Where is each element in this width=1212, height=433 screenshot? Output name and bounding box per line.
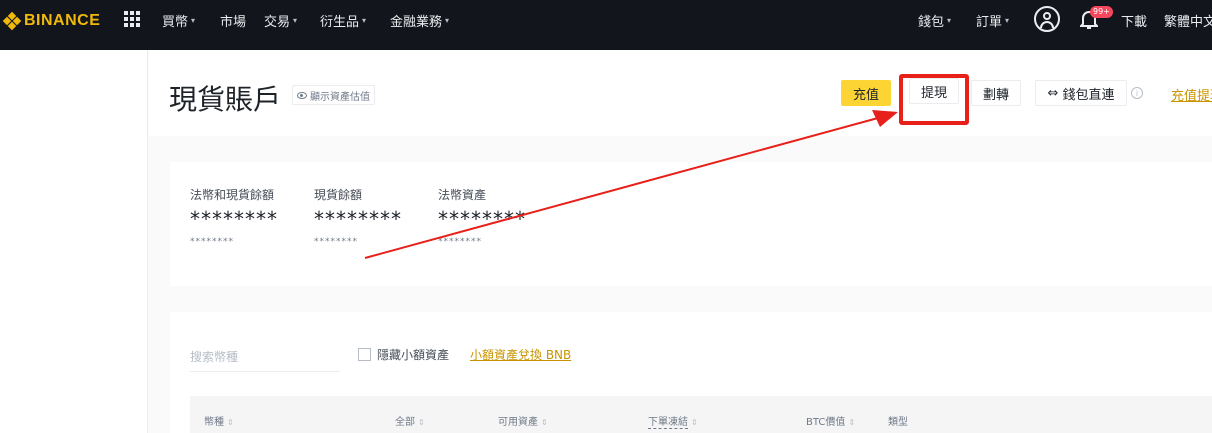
balance-fiat-and-spot: 法幣和現貨餘額 ******** ******** [190,186,278,247]
nav-trade[interactable]: 交易 ▾ [264,11,297,30]
sort-icon: ⇕ [848,418,856,427]
column-header-coin[interactable]: 幣種 ⇕ [204,413,234,428]
notification-badge: 99+ [1090,6,1113,18]
balance-label: 現貨餘額 [314,188,363,202]
hide-small-assets-label: 隱藏小額資產 [377,348,450,362]
nav-language-label: 繁體中文 [1164,15,1212,30]
balance-sub-value: ******** [438,237,482,247]
wallet-connect-button[interactable]: ⇔ 錢包直連 [1035,80,1127,106]
nav-wallet[interactable]: 錢包 ▾ [918,11,951,30]
annotation-highlight-box [899,74,969,125]
nav-finance-label: 金融業務 [390,15,443,30]
balance-summary-card: 法幣和現貨餘額 ******** ******** 現貨餘額 ******** … [170,162,1212,286]
nav-markets[interactable]: 市場 [220,11,246,30]
balance-fiat: 法幣資產 ******** ******** [438,186,526,247]
nav-markets-label: 市場 [220,15,247,30]
sort-icon: ⇕ [418,418,425,427]
user-icon[interactable] [1034,6,1060,32]
sort-icon: ⇕ [227,418,234,427]
logo-text: BINANCE [24,12,101,29]
balance-value: ******** [190,207,278,231]
show-estimate-toggle[interactable]: 顯示資產估值 [292,85,375,105]
page-title: 現貨賬戶 [169,83,282,116]
chevron-down-icon: ▾ [947,16,952,25]
eye-icon [297,91,307,99]
nav-buy-crypto[interactable]: 買幣 ▾ [162,11,195,30]
chevron-down-icon: ▾ [191,16,196,25]
chevron-down-icon: ▾ [1005,16,1010,25]
nav-language[interactable]: 繁體中文 [1164,11,1212,30]
link-icon: ⇔ [1047,85,1059,101]
sort-icon: ⇕ [541,418,548,427]
balance-sub-value: ******** [190,237,234,247]
convert-to-bnb-link[interactable]: 小額資產兌換 BNB [470,346,571,363]
wallet-connect-label: 錢包直連 [1062,87,1115,103]
assets-card: 隱藏小額資產 小額資產兌換 BNB 幣種⇕ 全部⇕ 可用資產⇕ 下單凍結⇕ BT… [170,312,1212,433]
chevron-down-icon: ▾ [362,16,367,25]
binance-logo[interactable]: BINANCE [2,10,101,32]
hide-small-assets-checkbox[interactable] [358,348,371,361]
sort-icon: ⇕ [691,418,698,427]
search-coin-input[interactable] [190,342,340,372]
nav-orders-label: 訂單 [976,15,1003,30]
top-nav: BINANCE 買幣 ▾ 市場 交易 ▾ 衍生品 ▾ 金融業務 ▾ 錢包 ▾ 訂… [0,0,1212,50]
grid-icon[interactable] [124,11,140,27]
deposit-button[interactable]: 充值 [841,80,891,106]
assets-table-header: 幣種 ⇕ 全部 ⇕ 可用資產 ⇕ 下單凍結 ⇕ BTC價值 ⇕ 類型 [190,396,1212,433]
column-header-btc-value[interactable]: BTC價值 ⇕ [806,413,855,428]
column-header-total[interactable]: 全部 ⇕ [395,413,425,428]
nav-derivatives-label: 衍生品 [320,15,360,30]
chevron-down-icon: ▾ [445,16,450,25]
balance-spot: 現貨餘額 ******** ******** [314,186,402,247]
column-header-in-order[interactable]: 下單凍結 ⇕ [648,413,698,429]
nav-buy-crypto-label: 買幣 [162,15,189,30]
nav-trade-label: 交易 [264,15,291,30]
sidebar [0,50,148,433]
column-header-available[interactable]: 可用資產 ⇕ [498,413,548,428]
info-icon[interactable]: i [1131,87,1143,99]
nav-orders[interactable]: 訂單 ▾ [976,11,1009,30]
transfer-button[interactable]: 劃轉 [971,80,1021,106]
notifications-button[interactable]: 99+ [1080,6,1113,32]
nav-download-label: 下載 [1121,15,1148,30]
deposit-history-link[interactable]: 充值提現 [1171,85,1212,104]
balance-value: ******** [438,207,526,231]
column-header-type: 類型 [888,417,908,428]
balance-value: ******** [314,207,402,231]
show-estimate-label: 顯示資產估值 [310,91,370,103]
page-header: 現貨賬戶 顯示資產估值 充值 提現 劃轉 ⇔ 錢包直連 i 充值提現 [149,50,1212,136]
nav-finance[interactable]: 金融業務 ▾ [390,11,449,30]
nav-download[interactable]: 下載 [1121,11,1147,30]
hide-small-assets-toggle[interactable]: 隱藏小額資產 [358,346,449,363]
binance-logo-icon [2,11,22,31]
balance-sub-value: ******** [314,237,358,247]
nav-wallet-label: 錢包 [918,15,945,30]
balance-label: 法幣和現貨餘額 [190,188,275,202]
balance-label: 法幣資產 [438,188,487,202]
chevron-down-icon: ▾ [293,16,298,25]
nav-derivatives[interactable]: 衍生品 ▾ [320,11,366,30]
